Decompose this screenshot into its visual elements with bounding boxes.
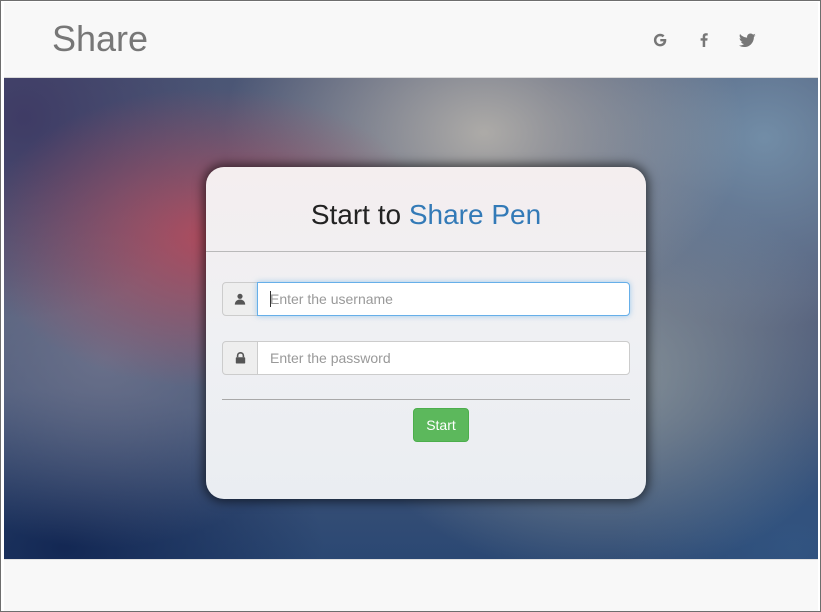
title-divider xyxy=(206,251,646,252)
google-icon[interactable] xyxy=(649,29,671,51)
footer xyxy=(4,559,818,611)
login-title: Start to Share Pen xyxy=(206,199,646,231)
navbar: Share xyxy=(4,2,818,78)
user-icon xyxy=(222,282,258,316)
hero-background: Start to Share Pen Enter the username St… xyxy=(4,78,818,559)
title-accent: Share Pen xyxy=(408,199,542,230)
password-input[interactable] xyxy=(257,341,630,375)
lock-icon xyxy=(222,341,258,375)
login-card: Start to Share Pen Enter the username St… xyxy=(206,167,646,499)
browser-viewport: Share Start to Share Pen Enter the usern… xyxy=(0,0,821,612)
start-button[interactable]: Start xyxy=(413,408,469,442)
form-divider xyxy=(222,399,630,400)
brand-link[interactable]: Share xyxy=(52,19,148,59)
password-group xyxy=(222,341,630,375)
twitter-icon[interactable] xyxy=(736,29,758,51)
username-input[interactable] xyxy=(257,282,630,316)
username-group xyxy=(222,282,630,316)
facebook-icon[interactable] xyxy=(693,29,715,51)
title-prefix: Start to xyxy=(310,199,409,230)
text-caret xyxy=(270,291,271,307)
